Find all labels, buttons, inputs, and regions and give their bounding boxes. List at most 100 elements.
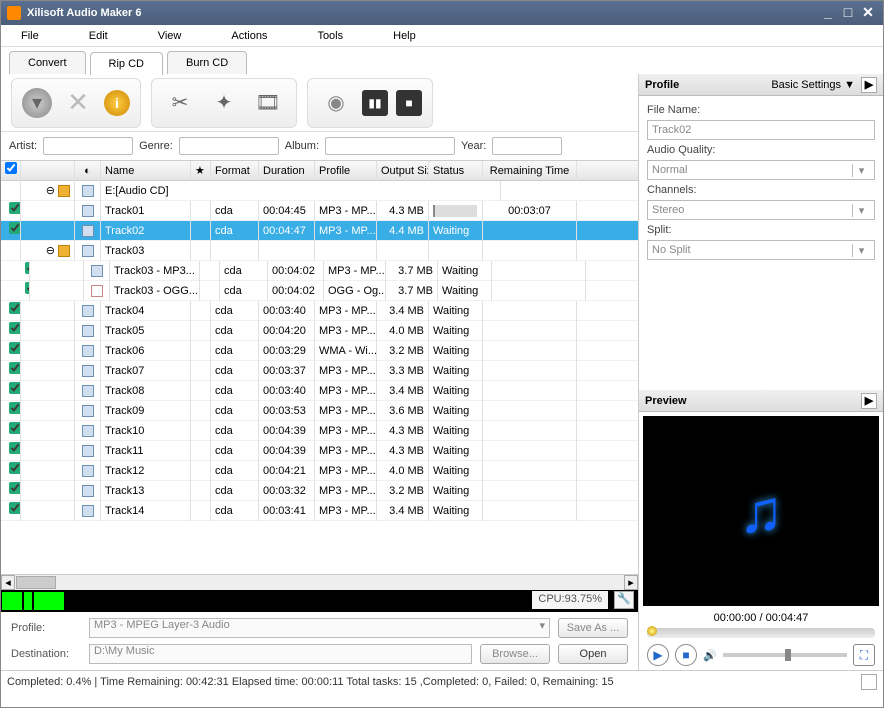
header-checkbox[interactable] <box>5 162 17 174</box>
effects-button[interactable]: ✦ <box>206 85 242 121</box>
stop-preview-button[interactable]: ■ <box>675 644 697 666</box>
minimize-button[interactable]: _ <box>819 6 837 20</box>
row-checkbox[interactable] <box>9 422 21 434</box>
col-name[interactable]: Name <box>101 161 191 181</box>
tab-burn-cd[interactable]: Burn CD <box>167 51 247 74</box>
channels-select[interactable]: Stereo▾ <box>647 200 875 220</box>
status-icon[interactable] <box>861 674 877 690</box>
tab-rip-cd[interactable]: Rip CD <box>90 52 163 75</box>
track-table: ◐ Name ★ Format Duration Profile Output … <box>1 160 638 590</box>
tab-convert[interactable]: Convert <box>9 51 86 74</box>
table-row[interactable]: Track08cda00:03:40MP3 - MP...3.4 MBWaiti… <box>1 381 638 401</box>
row-checkbox[interactable] <box>9 362 21 374</box>
table-row[interactable]: Track13cda00:03:32MP3 - MP...3.2 MBWaiti… <box>1 481 638 501</box>
table-row[interactable]: Track01cda00:04:45MP3 - MP...4.3 MB00:03… <box>1 201 638 221</box>
info-button[interactable]: i <box>104 90 130 116</box>
browse-button[interactable]: Browse... <box>480 644 550 664</box>
pause-button[interactable]: ▮▮ <box>362 90 388 116</box>
table-row[interactable]: Track14cda00:03:41MP3 - MP...3.4 MBWaiti… <box>1 501 638 521</box>
collapse-icon[interactable]: ⊖ <box>46 185 55 197</box>
quality-select[interactable]: Normal▾ <box>647 160 875 180</box>
col-format[interactable]: Format <box>211 161 259 181</box>
preview-title: Preview <box>645 395 687 407</box>
table-row[interactable]: ⊖ E:[Audio CD] <box>1 181 638 201</box>
row-checkbox[interactable] <box>9 502 21 514</box>
artist-input[interactable] <box>43 137 133 155</box>
album-input[interactable] <box>325 137 455 155</box>
menu-actions[interactable]: Actions <box>231 30 267 42</box>
row-checkbox[interactable] <box>9 382 21 394</box>
table-row[interactable]: Track09cda00:03:53MP3 - MP...3.6 MBWaiti… <box>1 401 638 421</box>
panel-collapse-icon[interactable]: ▶ <box>861 77 877 93</box>
menu-tools[interactable]: Tools <box>317 30 343 42</box>
col-duration[interactable]: Duration <box>259 161 315 181</box>
audio-file-icon <box>82 485 94 497</box>
row-checkbox[interactable] <box>9 322 21 334</box>
settings-icon[interactable]: 🔧 <box>614 591 634 609</box>
profile-select[interactable]: MP3 - MPEG Layer-3 Audio▾ <box>89 618 550 638</box>
clip-button[interactable]: 🎞 <box>250 85 286 121</box>
row-checkbox[interactable] <box>9 342 21 354</box>
audio-file-icon <box>82 305 94 317</box>
row-checkbox[interactable] <box>9 482 21 494</box>
table-row[interactable]: Track02cda00:04:47MP3 - MP...4.4 MBWaiti… <box>1 221 638 241</box>
maximize-button[interactable]: □ <box>839 6 857 20</box>
volume-slider[interactable] <box>723 653 847 657</box>
row-checkbox[interactable] <box>9 442 21 454</box>
table-body[interactable]: ⊖ E:[Audio CD]Track01cda00:04:45MP3 - MP… <box>1 181 638 574</box>
table-row[interactable]: Track07cda00:03:37MP3 - MP...3.3 MBWaiti… <box>1 361 638 381</box>
col-status[interactable]: Status <box>429 161 483 181</box>
cut-button[interactable]: ✂ <box>162 85 198 121</box>
col-profile[interactable]: Profile <box>315 161 377 181</box>
genre-input[interactable] <box>179 137 279 155</box>
filename-input[interactable]: Track02 <box>647 120 875 140</box>
seek-slider[interactable] <box>647 628 875 638</box>
col-size[interactable]: Output Size <box>377 161 429 181</box>
row-checkbox[interactable] <box>9 222 21 234</box>
table-row[interactable]: Track05cda00:04:20MP3 - MP...4.0 MBWaiti… <box>1 321 638 341</box>
audio-file-icon <box>82 225 94 237</box>
table-row[interactable]: Track10cda00:04:39MP3 - MP...4.3 MBWaiti… <box>1 421 638 441</box>
menu-file[interactable]: File <box>21 30 39 42</box>
table-row[interactable]: ⊖ Track03 <box>1 241 638 261</box>
status-text: Completed: 0.4% | Time Remaining: 00:42:… <box>7 676 614 688</box>
table-row[interactable]: Track11cda00:04:39MP3 - MP...4.3 MBWaiti… <box>1 441 638 461</box>
title-bar: Xilisoft Audio Maker 6 _ □ ✕ <box>1 1 883 25</box>
row-checkbox[interactable] <box>9 302 21 314</box>
profile-label: Profile: <box>11 622 81 634</box>
open-button[interactable]: Open <box>558 644 628 664</box>
table-row[interactable]: Track03 - OGG...cda00:04:02OGG - Og...3.… <box>1 281 638 301</box>
preview-image: ♫ <box>643 416 879 606</box>
audio-file-icon <box>82 505 94 517</box>
horizontal-scrollbar[interactable]: ◂ ▸ <box>1 574 638 590</box>
main-tabs: Convert Rip CD Burn CD <box>1 47 883 74</box>
table-row[interactable]: Track06cda00:03:29WMA - Wi...3.2 MBWaiti… <box>1 341 638 361</box>
table-row[interactable]: Track12cda00:04:21MP3 - MP...4.0 MBWaiti… <box>1 461 638 481</box>
play-button[interactable]: ▶ <box>647 644 669 666</box>
col-remaining[interactable]: Remaining Time <box>483 161 577 181</box>
split-select[interactable]: No Split▾ <box>647 240 875 260</box>
preview-collapse-icon[interactable]: ▶ <box>861 393 877 409</box>
volume-icon[interactable]: 🔊 <box>703 649 717 662</box>
close-button[interactable]: ✕ <box>859 6 877 20</box>
delete-button[interactable]: ✕ <box>60 85 96 121</box>
snapshot-button[interactable]: ⛶ <box>853 644 875 666</box>
table-row[interactable]: Track04cda00:03:40MP3 - MP...3.4 MBWaiti… <box>1 301 638 321</box>
row-checkbox[interactable] <box>9 462 21 474</box>
channels-label: Channels: <box>647 184 875 196</box>
collapse-icon[interactable]: ⊖ <box>46 245 55 257</box>
year-input[interactable] <box>492 137 562 155</box>
table-row[interactable]: Track03 - MP3...cda00:04:02MP3 - MP...3.… <box>1 261 638 281</box>
stop-button[interactable]: ■ <box>396 90 422 116</box>
rip-button[interactable]: ◉ <box>318 85 354 121</box>
save-as-button[interactable]: Save As ... <box>558 618 628 638</box>
menu-help[interactable]: Help <box>393 30 416 42</box>
destination-input[interactable]: D:\My Music <box>89 644 472 664</box>
row-checkbox[interactable] <box>9 202 21 214</box>
document-icon <box>91 285 103 297</box>
menu-edit[interactable]: Edit <box>89 30 108 42</box>
disc-button[interactable]: ▾ <box>22 88 52 118</box>
profile-mode-dropdown[interactable]: Basic Settings ▼ <box>771 79 855 91</box>
row-checkbox[interactable] <box>9 402 21 414</box>
menu-view[interactable]: View <box>158 30 182 42</box>
